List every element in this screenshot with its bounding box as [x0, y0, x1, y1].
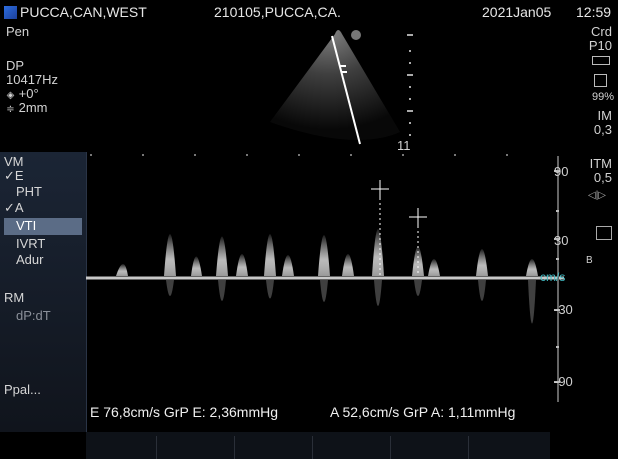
- gate-icon: ≑: [6, 104, 15, 115]
- menu-ppal[interactable]: Ppal...: [4, 382, 41, 397]
- im-value: 0,3: [593, 122, 612, 137]
- menu-item-a[interactable]: ✓A: [4, 200, 24, 216]
- b-label: B: [586, 255, 593, 266]
- scale-bottom: -90: [554, 374, 573, 389]
- softkey-divider: [468, 436, 469, 459]
- doppler-waveforms: [116, 229, 538, 276]
- orientation-marker-icon: [351, 30, 361, 40]
- menu-item-vti[interactable]: VTI: [4, 218, 82, 235]
- softkey-divider: [234, 436, 235, 459]
- menu-item-dpdt[interactable]: dP:dT: [16, 308, 51, 323]
- gate-readout: ≑ 2mm: [6, 100, 48, 117]
- measurement-menu: VM ✓E PHT ✓A VTI IVRT Adur RM dP:dT Ppal…: [0, 152, 87, 432]
- save-disk-icon: [594, 74, 607, 87]
- menu-item-adur[interactable]: Adur: [16, 252, 43, 267]
- softkey-divider: [390, 436, 391, 459]
- spectrum-top-dots: [90, 154, 508, 156]
- e-wave-result: E 76,8cm/s GrP E: 2,36mmHg: [90, 404, 279, 420]
- check-icon: ✓: [4, 168, 15, 183]
- patient-id: 210105,PUCCA,CA.: [214, 4, 341, 20]
- menu-item-ivrt[interactable]: IVRT: [16, 236, 45, 251]
- check-icon: ✓: [4, 200, 15, 215]
- a-wave-result: A 52,6cm/s GrP A: 1,11mmHg: [330, 404, 516, 420]
- preset-label: Crd: [591, 24, 612, 39]
- mode-label: DP: [6, 58, 25, 73]
- menu-item-pht[interactable]: PHT: [16, 184, 42, 199]
- app-logo-icon: [4, 6, 17, 19]
- menu-rm[interactable]: RM: [4, 290, 24, 305]
- doppler-spectrum: [86, 154, 564, 402]
- itm-value: 0,5: [593, 170, 612, 185]
- velocity-unit: cm/s: [540, 270, 566, 284]
- volume-icon[interactable]: ◁|▷: [588, 188, 606, 203]
- scale-mid: 30: [554, 233, 569, 248]
- menu-item-e[interactable]: ✓E: [4, 168, 24, 184]
- exam-time: 12:59: [576, 4, 612, 20]
- depth-label: 11: [397, 138, 411, 153]
- probe-code: P10: [588, 38, 612, 53]
- scale-neg-mid: -30: [554, 302, 573, 317]
- exam-date: 2021Jan05: [482, 4, 552, 20]
- softkey-divider: [312, 436, 313, 459]
- menu-vm[interactable]: VM: [4, 154, 24, 169]
- scale-top: 90: [554, 164, 569, 179]
- probe-name: Pen: [6, 24, 30, 39]
- printer-icon[interactable]: [596, 226, 612, 240]
- im-label: IM: [597, 108, 612, 123]
- prf-value: 10417Hz: [6, 72, 59, 87]
- patient-header: PUCCA,CAN,WEST: [4, 4, 147, 20]
- angle-value: +0°: [18, 86, 39, 101]
- sector-image: [270, 30, 413, 145]
- doppler-reflections: [166, 280, 536, 324]
- storage-level: 99%: [591, 91, 614, 103]
- battery-icon: [592, 56, 610, 65]
- depth-scale: [407, 34, 413, 136]
- patient-name: PUCCA,CAN,WEST: [20, 4, 147, 20]
- softkey-divider: [156, 436, 157, 459]
- itm-label: ITM: [589, 156, 612, 171]
- gate-value: 2mm: [18, 100, 48, 115]
